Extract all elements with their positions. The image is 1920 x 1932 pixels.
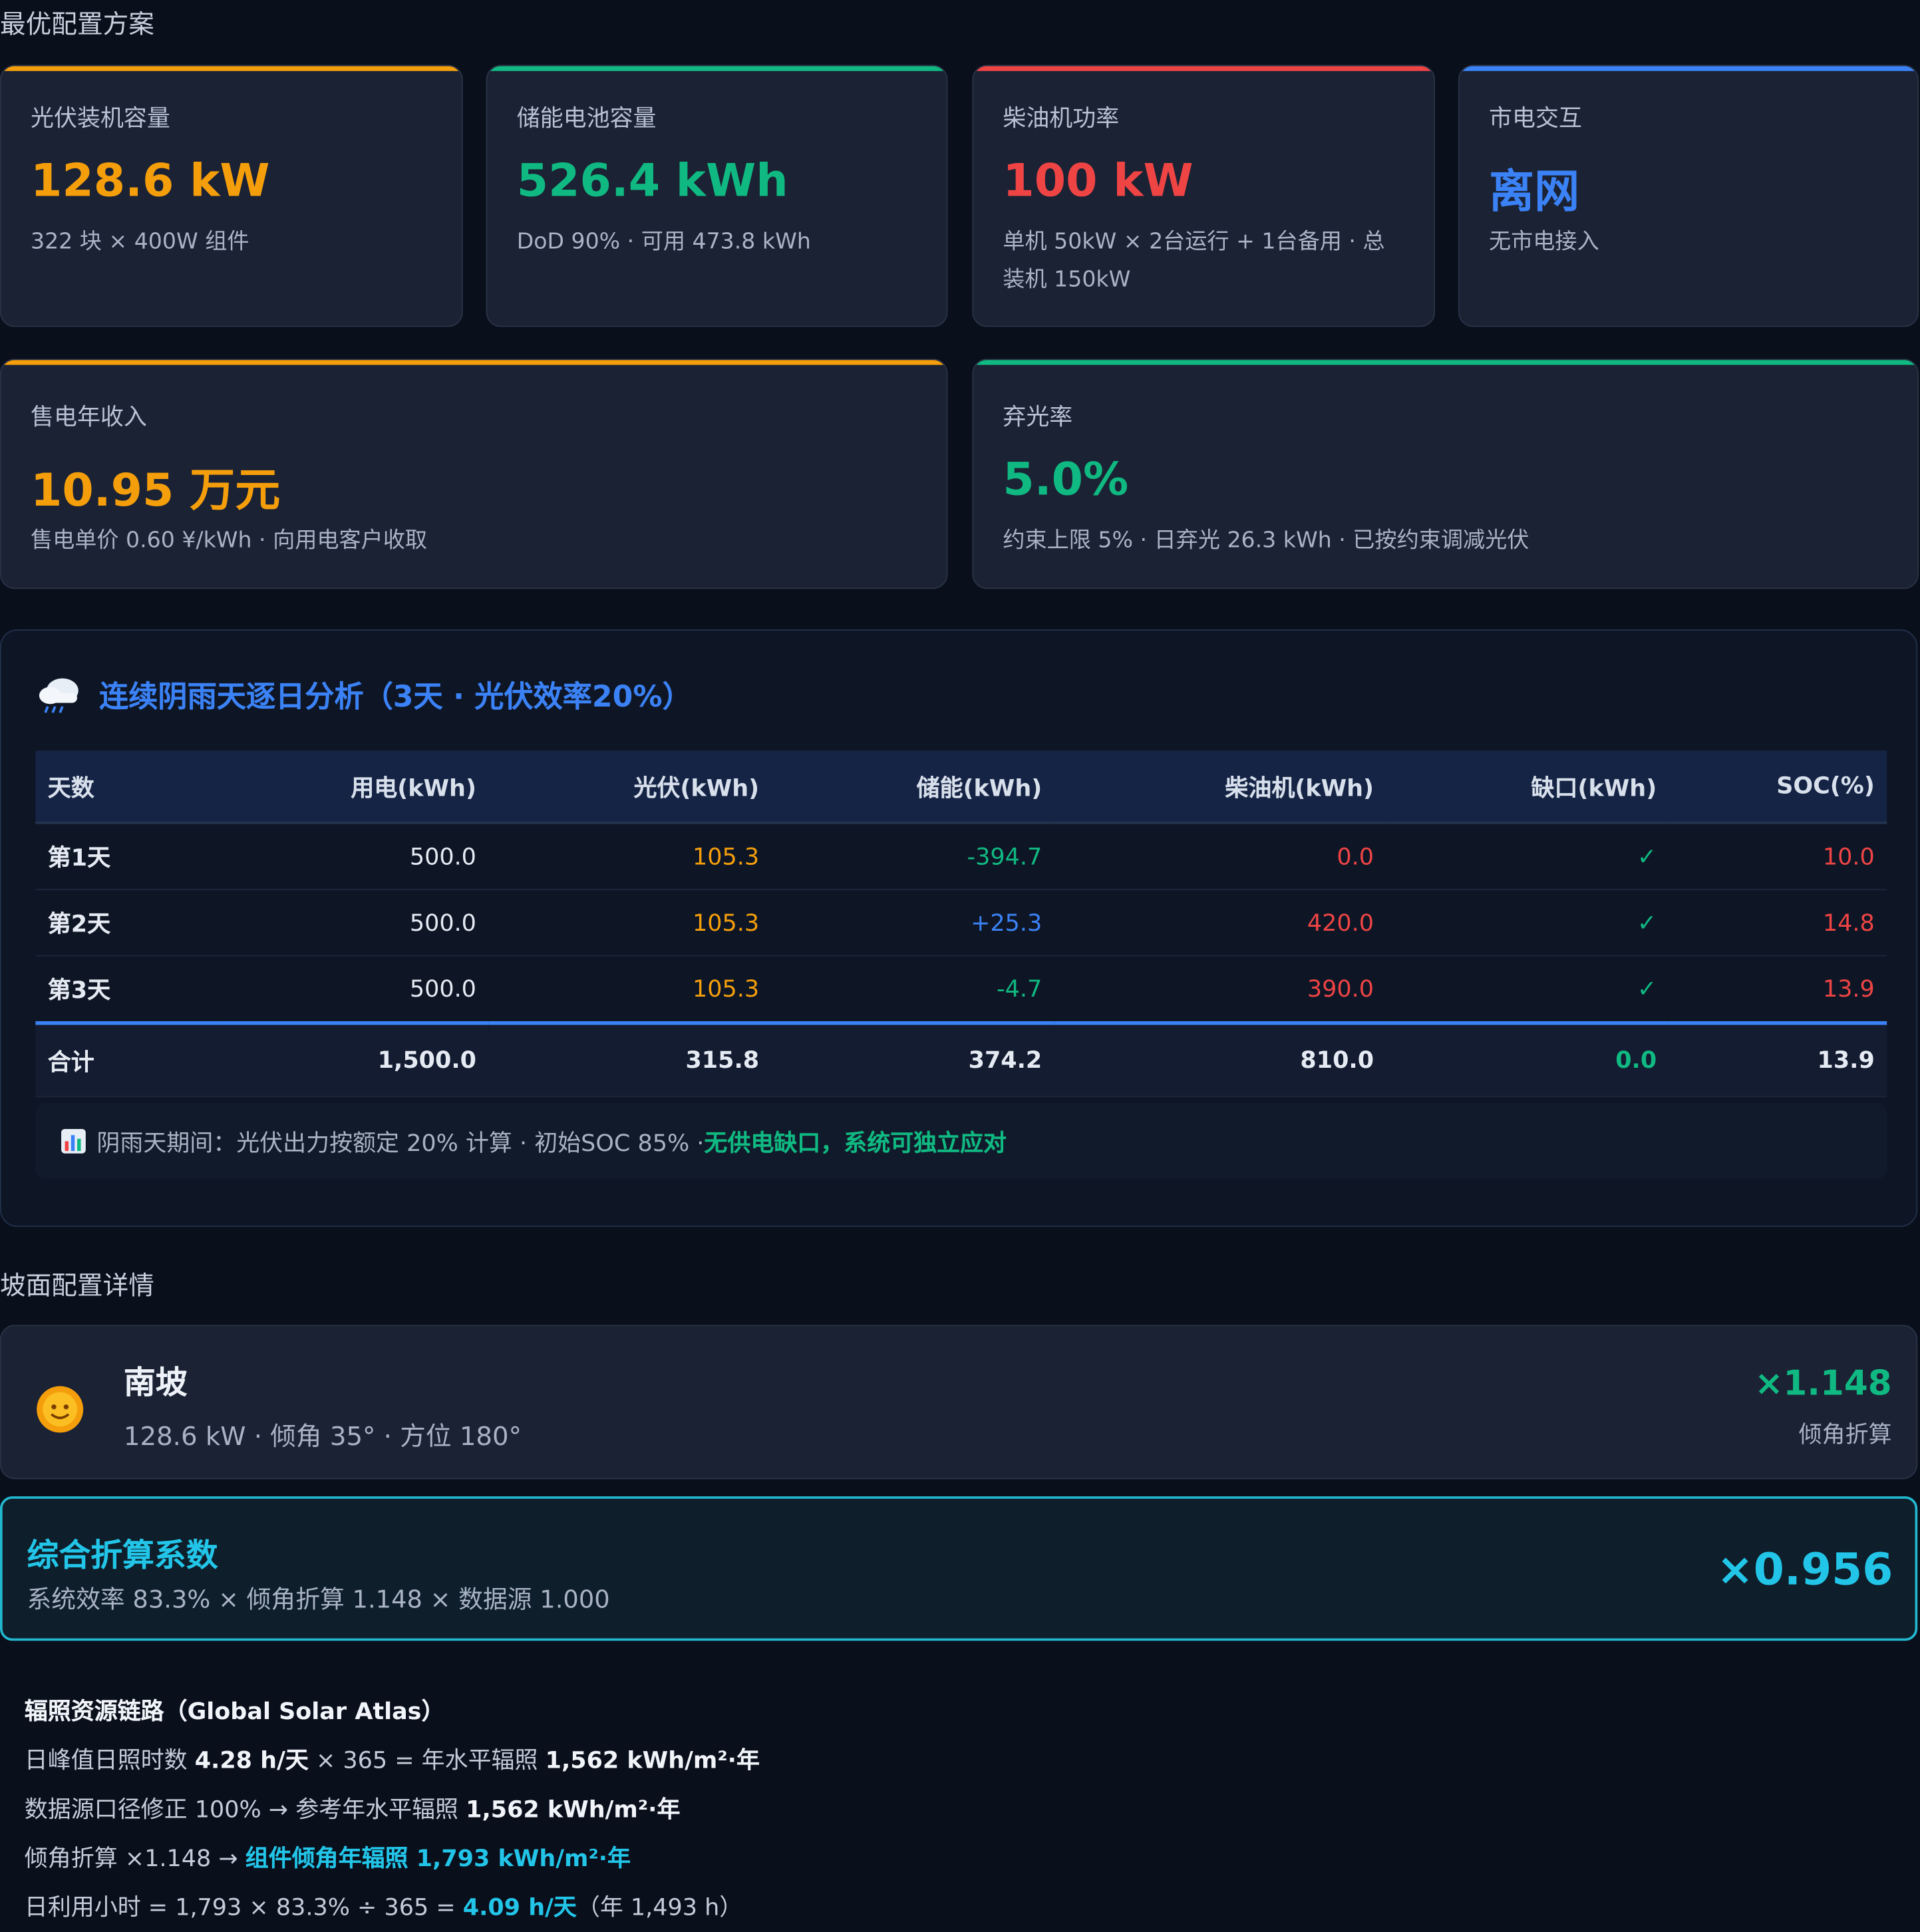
table-row: 第3天 500.0 105.3 -4.7 390.0 ✓ 13.9: [35, 955, 1887, 1024]
kpi-battery-capacity: 储能电池容量 526.4 kWh DoD 90% · 可用 473.8 kWh: [486, 65, 948, 327]
irradiance-line-4: 日利用小时 = 1,793 × 83.3% ÷ 365 = 4.09 h/天（年…: [24, 1894, 743, 1921]
table-total-row: 合计 1,500.0 315.8 374.2 810.0 0.0 13.9: [35, 1021, 1887, 1098]
check-icon: ✓: [1386, 889, 1669, 957]
kpi-annual-revenue: 售电年收入 10.95 万元 售电单价 0.60 ¥/kWh · 向用电客户收取: [0, 359, 948, 589]
table-row: 第1天 500.0 105.3 -394.7 0.0 ✓ 10.0: [35, 822, 1887, 891]
combined-factor-card: 综合折算系数 系统效率 83.3% × 倾角折算 1.148 × 数据源 1.0…: [0, 1496, 1918, 1641]
irradiance-chain: 辐照资源链路（Global Solar Atlas） 日峰值日照时数 4.28 …: [25, 1687, 760, 1932]
table-header-row: 天数 用电(kWh) 光伏(kWh) 储能(kWh) 柴油机(kWh) 缺口(k…: [35, 750, 1887, 824]
combined-value: ×0.956: [1716, 1545, 1893, 1596]
check-icon: ✓: [1386, 955, 1669, 1024]
rainy-day-panel: 连续阴雨天逐日分析（3天 · 光伏效率20%） 天数 用电(kWh) 光伏(kW…: [0, 629, 1918, 1227]
section-title-slope: 坡面配置详情: [0, 1271, 154, 1301]
table-row: 第2天 500.0 105.3 +25.3 420.0 ✓ 14.8: [35, 889, 1887, 957]
sun-icon: [37, 1386, 84, 1433]
check-icon: ✓: [1386, 822, 1669, 891]
kpi-pv-capacity: 光伏装机容量 128.6 kW 322 块 × 400W 组件: [0, 65, 463, 327]
slope-detail: 128.6 kW · 倾角 35° · 方位 180°: [123, 1421, 522, 1451]
combined-title: 综合折算系数: [27, 1537, 218, 1575]
slope-card-south: 南坡 128.6 kW · 倾角 35° · 方位 180° ×1.148 倾角…: [0, 1325, 1918, 1480]
rainy-day-note: 阴雨天期间：光伏出力按额定 20% 计算 · 初始SOC 85% · 无供电缺口…: [35, 1103, 1887, 1180]
kpi-curtailment-rate: 弃光率 5.0% 约束上限 5% · 日弃光 26.3 kWh · 已按约束调减…: [972, 359, 1919, 589]
slope-factor: ×1.148: [1754, 1363, 1892, 1404]
kpi-diesel-power: 柴油机功率 100 kW 单机 50kW × 2台运行 + 1台备用 · 总装机…: [972, 65, 1436, 327]
combined-detail: 系统效率 83.3% × 倾角折算 1.148 × 数据源 1.000: [27, 1584, 610, 1614]
bar-chart-icon: [61, 1128, 86, 1154]
rainy-day-table: 天数 用电(kWh) 光伏(kWh) 储能(kWh) 柴油机(kWh) 缺口(k…: [35, 750, 1887, 1098]
irradiance-title: 辐照资源链路（Global Solar Atlas）: [24, 1698, 445, 1726]
rainy-day-title: 连续阴雨天逐日分析（3天 · 光伏效率20%）: [38, 672, 692, 715]
slope-factor-label: 倾角折算: [1798, 1421, 1892, 1449]
slope-name: 南坡: [123, 1365, 188, 1402]
section-title-optimal: 最优配置方案: [0, 9, 154, 39]
cloud-rain-icon: [39, 677, 79, 713]
irradiance-line-2: 数据源口径修正 100% → 参考年水平辐照 1,562 kWh/m²·年: [24, 1796, 681, 1824]
irradiance-line-3: 倾角折算 ×1.148 → 组件倾角年辐照 1,793 kWh/m²·年: [24, 1845, 631, 1873]
irradiance-line-1: 日峰值日照时数 4.28 h/天 × 365 = 年水平辐照 1,562 kWh…: [24, 1747, 760, 1774]
kpi-grid-interaction: 市电交互 离网 无市电接入: [1458, 65, 1919, 327]
